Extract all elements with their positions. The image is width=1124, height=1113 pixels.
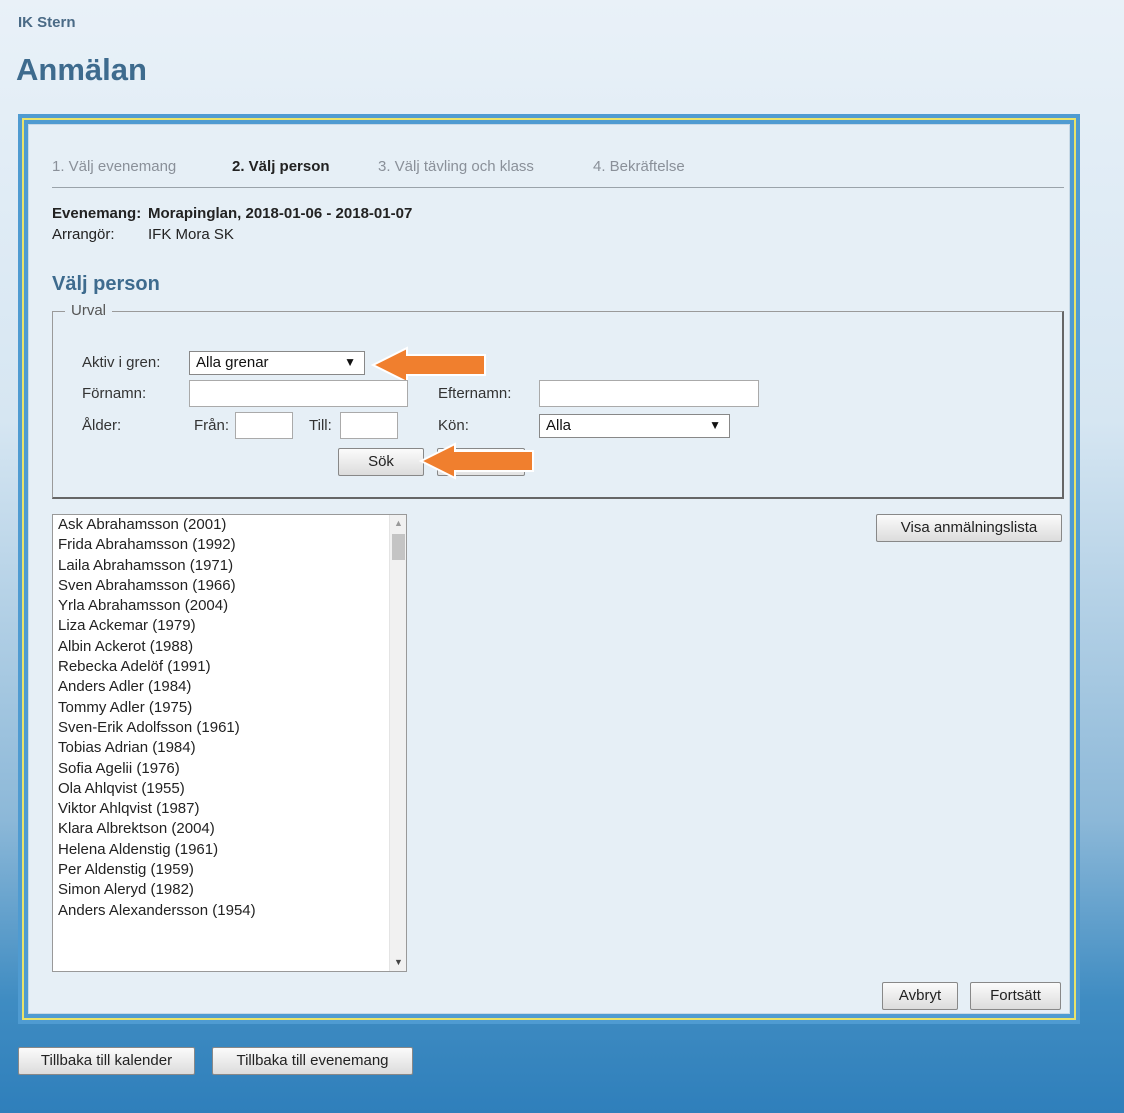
step-3: 3. Välj tävling och klass (378, 158, 534, 175)
lastname-input[interactable] (539, 380, 759, 407)
gender-select-value: Alla (546, 417, 572, 434)
organizer-value: IFK Mora SK (148, 226, 234, 243)
list-item[interactable]: Liza Ackemar (1979) (53, 616, 406, 636)
list-item[interactable]: Tobias Adrian (1984) (53, 738, 406, 758)
list-item[interactable]: Laila Abrahamsson (1971) (53, 556, 406, 576)
person-listbox[interactable]: Ask Abrahamsson (2001) Frida Abrahamsson… (52, 514, 407, 972)
list-item[interactable]: Tommy Adler (1975) (53, 698, 406, 718)
club-name: IK Stern (18, 14, 76, 31)
list-item[interactable]: Helena Aldenstig (1961) (53, 840, 406, 860)
list-item[interactable]: Sven-Erik Adolfsson (1961) (53, 718, 406, 738)
age-from-input[interactable] (235, 412, 293, 439)
list-item[interactable]: Albin Ackerot (1988) (53, 637, 406, 657)
step-4: 4. Bekräftelse (593, 158, 685, 175)
lastname-label: Efternamn: (438, 385, 512, 402)
show-registration-list-button[interactable]: Visa anmälningslista (876, 514, 1062, 542)
firstname-label: Förnamn: (82, 385, 147, 402)
search-button[interactable]: Sök (338, 448, 424, 476)
back-to-calendar-button[interactable]: Tillbaka till kalender (18, 1047, 195, 1075)
step-1[interactable]: 1. Välj evenemang (52, 158, 176, 175)
person-list: Ask Abrahamsson (2001) Frida Abrahamsson… (53, 515, 406, 921)
list-item[interactable]: Frida Abrahamsson (1992) (53, 535, 406, 555)
dropdown-arrow-icon: ▼ (709, 418, 721, 432)
age-to-label: Till: (309, 417, 332, 434)
page-title: Anmälan (16, 52, 147, 87)
age-from-label: Från: (194, 417, 230, 434)
list-item[interactable]: Viktor Ahlqvist (1987) (53, 799, 406, 819)
organizer-label: Arrangör: (52, 226, 115, 243)
list-item[interactable]: Sven Abrahamsson (1966) (53, 576, 406, 596)
continue-button[interactable]: Fortsätt (970, 982, 1061, 1010)
list-item[interactable]: Ask Abrahamsson (2001) (53, 515, 406, 535)
back-to-event-button[interactable]: Tillbaka till evenemang (212, 1047, 413, 1075)
filter-fieldset: Urval Aktiv i gren: Alla grenar ▼ Förnam… (52, 302, 1064, 499)
step-indicator: 1. Välj evenemang 2. Välj person 3. Välj… (52, 158, 1064, 188)
branch-select[interactable]: Alla grenar ▼ (189, 351, 365, 375)
scroll-up-icon[interactable]: ▲ (390, 515, 406, 532)
age-label: Ålder: (82, 417, 122, 434)
step-2: 2. Välj person (232, 158, 330, 175)
filter-legend: Urval (65, 302, 113, 319)
list-item[interactable]: Klara Albrektson (2004) (53, 819, 406, 839)
list-item[interactable]: Sofia Agelii (1976) (53, 759, 406, 779)
list-item[interactable]: Rebecka Adelöf (1991) (53, 657, 406, 677)
event-label: Evenemang: (52, 205, 142, 222)
event-row: Evenemang: Morapinglan, 2018-01-06 - 2018… (52, 205, 412, 222)
age-to-input[interactable] (340, 412, 398, 439)
firstname-input[interactable] (189, 380, 408, 407)
list-item[interactable]: Anders Adler (1984) (53, 677, 406, 697)
gender-label: Kön: (438, 417, 469, 434)
registration-frame: 1. Välj evenemang 2. Välj person 3. Välj… (18, 114, 1080, 1024)
list-item[interactable]: Ola Ahlqvist (1955) (53, 779, 406, 799)
list-item[interactable]: Anders Alexandersson (1954) (53, 901, 406, 921)
organizer-row: Arrangör: IFK Mora SK (52, 226, 234, 243)
orange-arrow-icon (419, 442, 534, 480)
section-title: Välj person (52, 273, 160, 295)
scroll-down-icon[interactable]: ▼ (390, 954, 406, 971)
cancel-button[interactable]: Avbryt (882, 982, 958, 1010)
list-item[interactable]: Per Aldenstig (1959) (53, 860, 406, 880)
registration-panel: 1. Välj evenemang 2. Välj person 3. Välj… (28, 124, 1070, 1014)
list-item[interactable]: Yrla Abrahamsson (2004) (53, 596, 406, 616)
branch-label: Aktiv i gren: (82, 354, 161, 371)
dropdown-arrow-icon: ▼ (344, 355, 356, 369)
scroll-thumb[interactable] (392, 534, 405, 560)
gender-select[interactable]: Alla ▼ (539, 414, 730, 438)
list-scrollbar[interactable]: ▲ ▼ (389, 515, 406, 971)
branch-select-value: Alla grenar (196, 354, 269, 371)
list-item[interactable]: Simon Aleryd (1982) (53, 880, 406, 900)
orange-arrow-icon (371, 346, 486, 384)
event-value: Morapinglan, 2018-01-06 - 2018-01-07 (148, 205, 413, 222)
